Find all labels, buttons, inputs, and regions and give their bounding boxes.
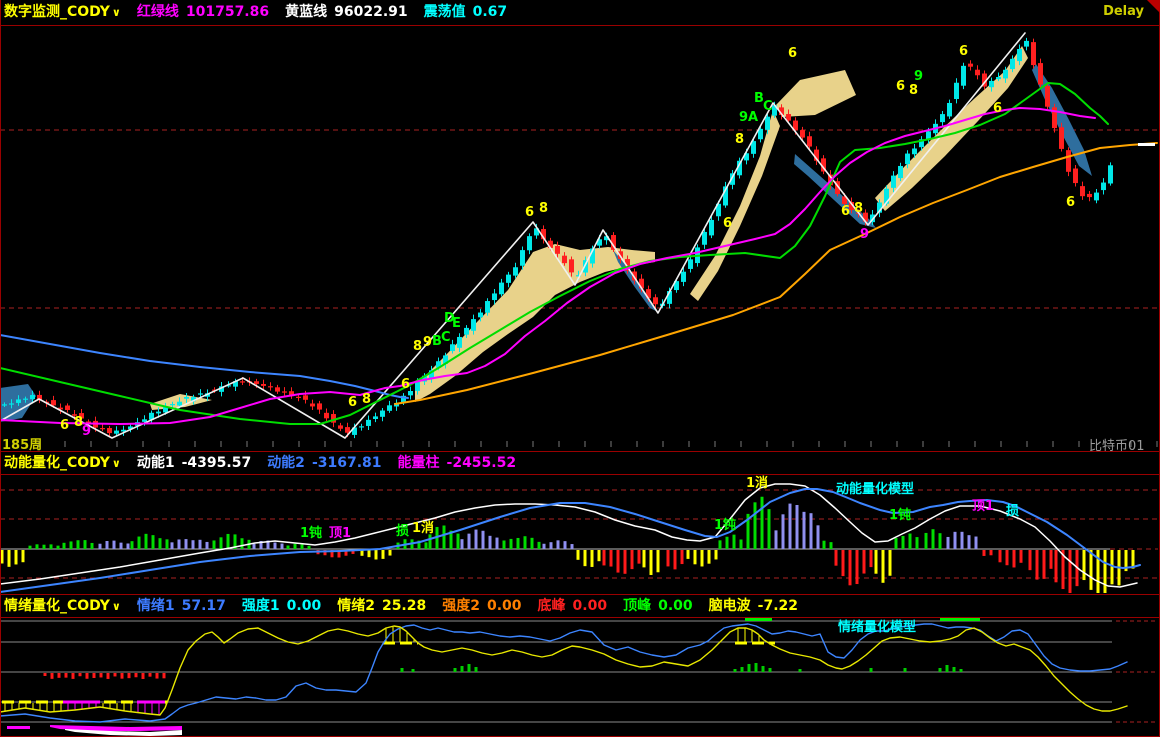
- svg-text:比特币01: 比特币01: [1089, 439, 1145, 451]
- svg-text:6: 6: [723, 216, 732, 231]
- momentum-histogram: [1, 497, 1135, 593]
- indicator-title-momentum[interactable]: 动能量化_CODY∨: [4, 455, 121, 471]
- svg-text:8: 8: [854, 201, 863, 216]
- momentum-header-values: 动能1-4395.57 动能2-3167.81 能量柱-2455.52: [121, 455, 516, 471]
- separator-line: [0, 617, 1160, 618]
- sentiment-blue-line: [0, 624, 1127, 722]
- svg-text:1钝: 1钝: [300, 525, 322, 541]
- period-label: 185周: [2, 438, 42, 451]
- chevron-down-icon[interactable]: ∨: [112, 457, 121, 470]
- svg-text:6: 6: [788, 46, 797, 61]
- svg-text:8: 8: [413, 339, 422, 354]
- sentiment-field-0: 情绪157.17: [137, 598, 226, 614]
- svg-text:E: E: [452, 316, 461, 331]
- chevron-down-icon[interactable]: ∨: [112, 600, 121, 613]
- ma-blue-line: [0, 335, 408, 398]
- trading-app-window: 数字监测_CODY∨ 红绿线101757.86 黄蓝线96022.91 震荡值0.67…: [0, 0, 1160, 737]
- svg-text:损: 损: [396, 523, 409, 539]
- svg-text:6: 6: [959, 44, 968, 59]
- svg-text:损: 损: [1006, 503, 1019, 519]
- separator-line: [0, 474, 1160, 475]
- sentiment-field-4: 底峰0.00: [538, 598, 608, 614]
- svg-text:9: 9: [423, 335, 432, 350]
- chevron-down-icon[interactable]: ∨: [112, 6, 121, 19]
- separator-line: [0, 594, 1160, 595]
- sentiment-field-6: 脑电波-7.22: [709, 598, 798, 614]
- corner-marker-icon: [1147, 0, 1160, 13]
- separator-line: [0, 451, 1160, 452]
- sentiment-field-3: 强度20.00: [442, 598, 521, 614]
- momentum-field-1: 动能2-3167.81: [267, 455, 381, 471]
- svg-text:1消: 1消: [746, 475, 768, 491]
- main-field-1: 黄蓝线96022.91: [285, 4, 408, 20]
- svg-text:8: 8: [909, 83, 918, 98]
- sentiment-model-label: 情绪量化模型: [838, 619, 916, 635]
- sentiment-field-2: 情绪225.28: [337, 598, 426, 614]
- main-candlestick-chart[interactable]: 68968689BCDE68689ABC6689689666185周比特币01: [0, 26, 1160, 451]
- svg-text:6: 6: [348, 395, 357, 410]
- momentum-panel-header: 动能量化_CODY∨ 动能1-4395.57 动能2-3167.81 能量柱-2455…: [0, 452, 1160, 474]
- svg-text:6: 6: [1066, 195, 1075, 210]
- svg-text:动能量化模型: 动能量化模型: [836, 481, 914, 497]
- momentum-panel-chart[interactable]: 1钝顶1损1消1消动能量化模型1钝1钝顶1损: [0, 475, 1160, 594]
- delay-badge: Delay: [1103, 4, 1144, 19]
- svg-text:8: 8: [735, 132, 744, 147]
- svg-text:1钝: 1钝: [889, 507, 911, 523]
- svg-text:8: 8: [539, 201, 548, 216]
- svg-text:6: 6: [993, 101, 1002, 116]
- candles-layer: [2, 38, 1113, 438]
- main-field-2: 震荡值0.67: [424, 4, 508, 20]
- sentiment-field-1: 强度10.00: [242, 598, 321, 614]
- svg-text:C: C: [763, 99, 773, 114]
- signal-labels: 68968689BCDE68689ABC6689689666: [60, 44, 1075, 439]
- svg-text:情绪量化模型: 情绪量化模型: [838, 619, 916, 635]
- left-border: [0, 0, 1, 737]
- svg-text:C: C: [441, 330, 451, 345]
- svg-text:9: 9: [82, 424, 91, 439]
- svg-text:6: 6: [525, 205, 534, 220]
- main-chart-header: 数字监测_CODY∨ 红绿线101757.86 黄蓝线96022.91 震荡值0.67: [0, 0, 1160, 25]
- svg-text:9: 9: [914, 69, 923, 84]
- sentiment-panel-header: 情绪量化_CODY∨ 情绪157.17 强度10.00 情绪225.28 强度20.00…: [0, 595, 1160, 617]
- bottom-red-bars: [45, 673, 164, 679]
- svg-text:9A: 9A: [739, 110, 758, 125]
- svg-text:9: 9: [860, 227, 869, 242]
- svg-text:6: 6: [401, 377, 410, 392]
- sentiment-panel-chart[interactable]: 情绪量化模型: [0, 618, 1160, 737]
- momentum-white-line: [0, 484, 1137, 587]
- ma-orange-line: [395, 143, 1157, 404]
- sentiment-field-5: 顶峰0.00: [623, 598, 693, 614]
- price-marker: [1138, 143, 1155, 146]
- momentum-field-0: 动能1-4395.57: [137, 455, 251, 471]
- svg-text:6: 6: [60, 418, 69, 433]
- svg-text:6: 6: [841, 204, 850, 219]
- svg-text:6: 6: [896, 79, 905, 94]
- svg-text:185周: 185周: [2, 438, 42, 451]
- sentiment-header-values: 情绪157.17 强度10.00 情绪225.28 强度20.00 底峰0.00 顶峰0.…: [121, 598, 798, 614]
- symbol-label: 比特币01: [1089, 439, 1145, 451]
- bottom-ribbon: [7, 725, 182, 736]
- svg-text:1消: 1消: [412, 520, 434, 536]
- svg-text:顶1: 顶1: [972, 499, 994, 514]
- momentum-field-2: 能量柱-2455.52: [398, 455, 517, 471]
- x-axis-ticks: [13, 441, 1157, 447]
- main-field-0: 红绿线101757.86: [137, 4, 269, 20]
- svg-text:1钝: 1钝: [714, 517, 736, 533]
- indicator-title-sentiment[interactable]: 情绪量化_CODY∨: [4, 598, 121, 614]
- grid-lines: [0, 621, 1158, 722]
- svg-text:顶1: 顶1: [329, 526, 351, 541]
- main-header-values: 红绿线101757.86 黄蓝线96022.91 震荡值0.67: [121, 4, 507, 20]
- indicator-title-main[interactable]: 数字监测_CODY∨: [4, 4, 121, 20]
- svg-text:8: 8: [362, 392, 371, 407]
- separator-line: [0, 25, 1160, 26]
